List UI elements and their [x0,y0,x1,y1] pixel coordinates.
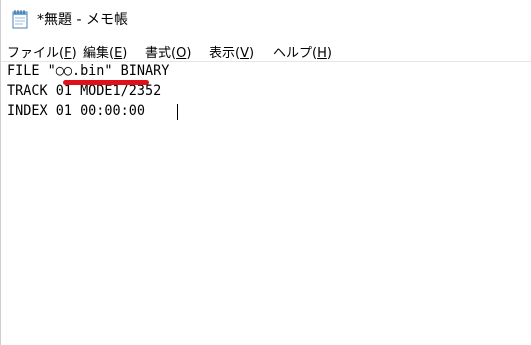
menu-help-close: ) [326,46,332,61]
title-bar[interactable]: *無題 - メモ帳 [1,0,531,38]
menu-view-label: 表示( [209,46,241,61]
menu-file-close: ) [71,46,77,61]
menu-edit-label: 編集( [83,46,115,61]
menu-help-label: ヘルプ( [273,46,318,61]
menu-bar: ファイル(F) 編集(E) 書式(O) 表示(V) ヘルプ(H) [1,39,531,61]
editor-line-1: FILE "○○.bin" BINARY [7,63,170,79]
menu-view-mnemonic: V [240,46,249,61]
menu-file-label: ファイル( [7,46,65,61]
menu-view[interactable]: 表示(V) [209,42,254,61]
menu-help-mnemonic: H [317,46,327,61]
menu-file[interactable]: ファイル(F) [7,42,77,61]
menu-edit[interactable]: 編集(E) [83,42,127,61]
notepad-icon [11,9,29,29]
notepad-window: *無題 - メモ帳 ファイル(F) 編集(E) 書式(O) 表示(V) ヘルプ(… [0,0,531,345]
menu-view-close: ) [248,46,255,61]
red-annotation-underline [63,80,149,85]
menu-format-label: 書式( [145,46,177,61]
menu-help[interactable]: ヘルプ(H) [273,42,332,61]
menu-format[interactable]: 書式(O) [145,42,191,61]
window-title: *無題 - メモ帳 [37,12,128,28]
menu-format-mnemonic: O [176,46,187,61]
editor-line-3: INDEX 01 00:00:00 [7,103,146,119]
menu-edit-close: ) [122,46,128,61]
menu-file-mnemonic: F [64,46,72,61]
editor-line-2: TRACK 01 MODE1/2352 [7,83,162,99]
text-caret [177,104,178,120]
menu-format-close: ) [186,46,192,61]
